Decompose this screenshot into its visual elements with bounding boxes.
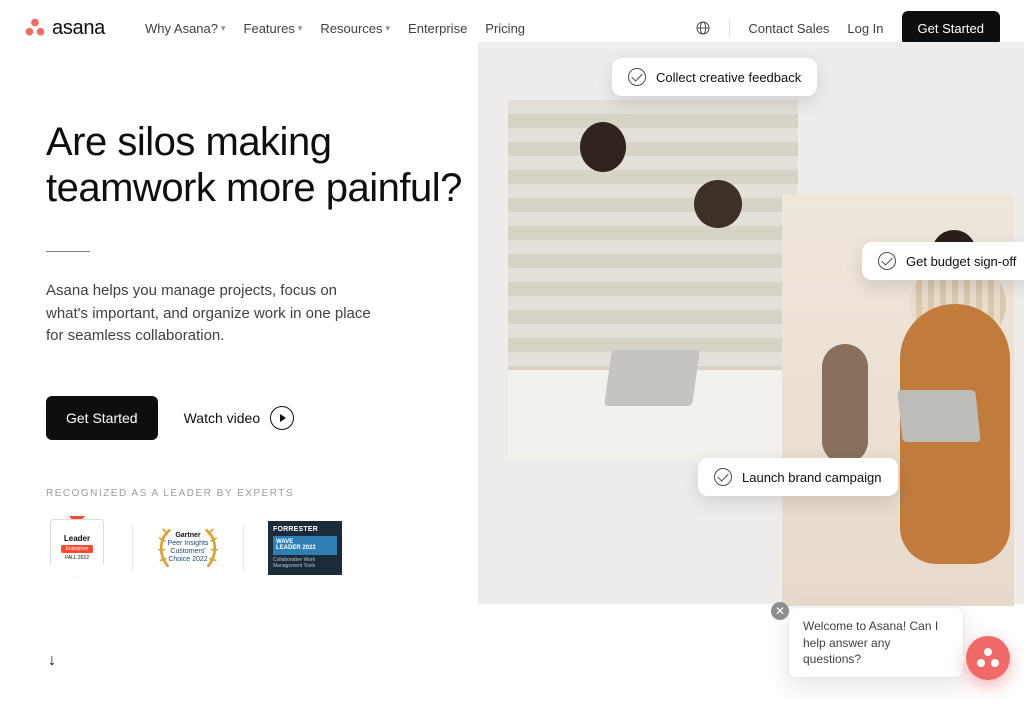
primary-nav: Why Asana? ▾ Features ▾ Resources ▾ Ente…: [145, 21, 525, 36]
gartner-badge-line: Customers': [170, 548, 205, 555]
forrester-badge-sub: Collaborative Work Management Tools: [273, 558, 337, 570]
recognition-badges: Leader Enterprise FALL 2022 Gartner Peer: [46, 517, 466, 579]
divider: [132, 526, 133, 570]
nav-enterprise[interactable]: Enterprise: [408, 21, 467, 36]
chat-greeting-text: Welcome to Asana! Can I help answer any …: [803, 619, 938, 665]
get-started-nav-button[interactable]: Get Started: [902, 11, 1000, 46]
task-chip-label: Launch brand campaign: [742, 470, 882, 485]
nav-pricing[interactable]: Pricing: [485, 21, 525, 36]
gartner-badge: Gartner Peer Insights Customers' Choice …: [157, 517, 219, 579]
get-started-hero-button[interactable]: Get Started: [46, 396, 158, 440]
check-circle-icon: [878, 252, 896, 270]
chevron-down-icon: ▾: [386, 23, 391, 34]
nav-why-asana[interactable]: Why Asana? ▾: [145, 21, 226, 36]
forrester-wave-line: LEADER 2022: [276, 545, 316, 551]
g2-badge-title: Leader: [64, 534, 90, 543]
nav-item-label: Resources: [320, 21, 382, 36]
g2-leader-badge: Leader Enterprise FALL 2022: [46, 517, 108, 579]
globe-icon[interactable]: [695, 20, 711, 36]
brand-logo[interactable]: asana: [24, 17, 105, 40]
check-circle-icon: [628, 68, 646, 86]
login-link[interactable]: Log In: [847, 21, 883, 36]
gartner-badge-line: Peer Insights: [168, 540, 209, 547]
close-icon[interactable]: ✕: [771, 602, 789, 620]
nav-item-label: Why Asana?: [145, 21, 218, 36]
nav-resources[interactable]: Resources ▾: [320, 21, 390, 36]
nav-item-label: Enterprise: [408, 21, 467, 36]
divider: [729, 19, 730, 37]
chevron-down-icon: ▾: [298, 23, 303, 34]
brand-name: asana: [52, 17, 105, 40]
gartner-badge-line: Choice 2022: [168, 556, 207, 563]
hero-subhead: Asana helps you manage projects, focus o…: [46, 280, 376, 348]
watch-video-link[interactable]: Watch video: [184, 406, 295, 430]
nav-item-label: Pricing: [485, 21, 525, 36]
divider: [243, 526, 244, 570]
forrester-badge-brand: FORRESTER: [273, 526, 337, 533]
check-circle-icon: [714, 468, 732, 486]
divider: [46, 251, 90, 252]
hero-photo-office: [508, 100, 798, 460]
task-chip-label: Collect creative feedback: [656, 70, 801, 85]
g2-badge-tag: Enterprise: [61, 545, 94, 553]
g2-badge-period: FALL 2022: [65, 555, 89, 561]
forrester-wave-line: WAVE: [276, 539, 293, 545]
task-chip-launch: Launch brand campaign: [698, 458, 898, 496]
nav-utility: Contact Sales Log In Get Started: [695, 11, 1000, 46]
nav-features[interactable]: Features ▾: [244, 21, 303, 36]
watch-video-label: Watch video: [184, 410, 261, 426]
hero-headline: Are silos making teamwork more painful?: [46, 120, 466, 211]
scroll-down-arrow-icon[interactable]: ↓: [48, 652, 56, 670]
forrester-badge: FORRESTER WAVE LEADER 2022 Collaborative…: [268, 521, 342, 575]
chat-greeting-bubble[interactable]: ✕ Welcome to Asana! Can I help answer an…: [788, 607, 964, 678]
gartner-badge-brand: Gartner: [163, 532, 213, 540]
hero-copy: Are silos making teamwork more painful? …: [46, 120, 466, 579]
task-chip-label: Get budget sign-off: [906, 254, 1016, 269]
asana-dots-icon: [977, 648, 999, 668]
play-icon: [270, 406, 294, 430]
contact-sales-link[interactable]: Contact Sales: [748, 21, 829, 36]
task-chip-budget: Get budget sign-off: [862, 242, 1024, 280]
chat-launcher-button[interactable]: [966, 636, 1010, 680]
hero-image-canvas: Collect creative feedback Get budget sig…: [478, 42, 1024, 604]
asana-dots-icon: [24, 17, 46, 39]
recognition-eyebrow: RECOGNIZED AS A LEADER BY EXPERTS: [46, 488, 466, 499]
task-chip-feedback: Collect creative feedback: [612, 58, 817, 96]
hero-cta-row: Get Started Watch video: [46, 396, 466, 440]
nav-item-label: Features: [244, 21, 295, 36]
chevron-down-icon: ▾: [221, 23, 226, 34]
